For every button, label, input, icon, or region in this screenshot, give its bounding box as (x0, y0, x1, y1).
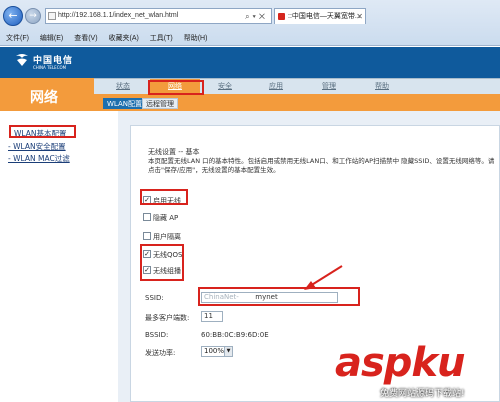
menu-favorites[interactable]: 收藏夹(A) (109, 35, 139, 42)
browser-tab[interactable]: ::中国电信—天翼宽带... ✕ (274, 8, 366, 24)
bssid-label: BSSID: (145, 331, 169, 339)
browser-chrome: ← → http://192.168.1.1/index_net_wlan.ht… (0, 0, 500, 46)
watermark-tagline: 免费网站源码下载站! (380, 389, 465, 399)
sidebar-item-wlan-mac-filter[interactable]: - WLAN MAC过滤 (8, 153, 70, 164)
nav-apps[interactable]: 应用 (269, 81, 283, 91)
forward-arrow-icon[interactable]: → (25, 8, 41, 24)
subtab-remote-manage[interactable]: 远程管理 (142, 98, 178, 109)
menu-file[interactable]: 文件(F) (6, 35, 29, 42)
browser-menubar: 文件(F) 编辑(E) 查看(V) 收藏夹(A) 工具(T) 帮助(H) (0, 33, 500, 46)
panel-title: 无线设置 -- 基本 (148, 148, 200, 156)
highlight-enable-wireless (140, 189, 188, 205)
menu-tools[interactable]: 工具(T) (150, 35, 173, 42)
nav-help[interactable]: 帮助 (375, 81, 389, 91)
tab-favicon-icon (278, 13, 285, 20)
page-icon (48, 12, 56, 20)
sidebar-item-wlan-security[interactable]: - WLAN安全配置 (8, 141, 66, 152)
router-header: 中国电信 CHINA TELECOM (0, 47, 500, 78)
tab-title: ::中国电信—天翼宽带... (288, 13, 361, 20)
menu-help[interactable]: 帮助(H) (184, 35, 208, 42)
watermark: aspku 免费网站源码下载站! (330, 340, 500, 402)
annotation-arrow-icon (304, 265, 343, 290)
hide-ap-checkbox[interactable] (143, 213, 151, 221)
client-isolation-label: 用户隔离 (153, 233, 181, 241)
client-isolation-checkbox[interactable] (143, 232, 151, 240)
tx-power-value: 100% (204, 347, 225, 355)
ssid-label: SSID: (145, 294, 164, 302)
back-arrow-icon[interactable]: ← (3, 6, 23, 26)
highlight-qos-multicast (140, 244, 184, 281)
max-clients-label: 最多客户端数: (145, 314, 190, 322)
checkbox-row-client-isolation[interactable]: 用户隔离 (143, 232, 181, 242)
highlight-sidebar-wlan-basic (9, 125, 76, 138)
address-bar[interactable]: http://192.168.1.1/index_net_wlan.html ⌕… (45, 8, 272, 24)
brand-name-en: CHINA TELECOM (33, 65, 67, 70)
max-clients-input[interactable]: 11 (201, 311, 223, 322)
highlight-nav-network (148, 80, 204, 95)
sub-nav: WLAN配置 远程管理 (94, 94, 500, 111)
nav-security[interactable]: 安全 (218, 81, 232, 91)
bssid-value: 60:BB:0C:B9:6D:0E (201, 331, 269, 339)
tx-power-select[interactable]: 100% ▼ (201, 346, 233, 357)
hide-ap-label: 隐藏 AP (153, 214, 179, 222)
address-tools-icon[interactable]: ⌕▾✕ (245, 10, 268, 24)
menu-edit[interactable]: 编辑(E) (40, 35, 63, 42)
nav-status[interactable]: 状态 (116, 81, 130, 91)
subtab-wlan-config[interactable]: WLAN配置 (103, 98, 147, 109)
checkbox-row-hide-ap[interactable]: 隐藏 AP (143, 213, 178, 223)
address-url: http://192.168.1.1/index_net_wlan.html (58, 12, 179, 19)
section-title: 网络 (30, 90, 58, 106)
panel-description: 本页配置无线LAN 口的基本特性。包括启用或禁用无线LAN口、和工作站的AP扫描… (148, 157, 495, 174)
menu-view[interactable]: 查看(V) (74, 35, 97, 42)
tx-power-label: 发送功率: (145, 349, 176, 357)
nav-manage[interactable]: 管理 (322, 81, 336, 91)
tab-close-icon[interactable]: ✕ (356, 9, 363, 24)
chevron-down-icon[interactable]: ▼ (224, 347, 232, 356)
watermark-brand: aspku (335, 340, 466, 386)
china-telecom-logo-icon (16, 54, 28, 66)
